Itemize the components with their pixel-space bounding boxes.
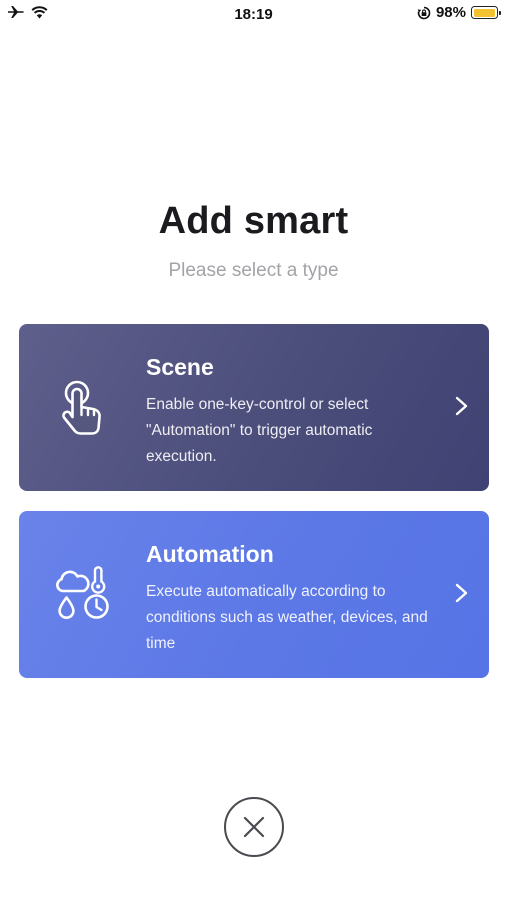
automation-card[interactable]: Automation Execute automatically accordi… — [19, 511, 489, 678]
close-icon — [243, 816, 265, 838]
weather-conditions-icon — [56, 566, 109, 619]
automation-title: Automation — [146, 541, 274, 567]
battery-tip — [499, 10, 501, 15]
battery-icon — [471, 6, 501, 19]
battery-fill — [473, 8, 496, 17]
close-button[interactable] — [224, 797, 284, 857]
status-bar-right: 98% — [417, 4, 501, 21]
tap-hand-icon — [62, 380, 101, 435]
chevron-right-icon — [455, 396, 468, 416]
page-subtitle: Please select a type — [168, 260, 339, 281]
status-bar: 18:19 98% — [0, 0, 507, 28]
scene-card[interactable]: Scene Enable one-key-control or select "… — [19, 324, 489, 491]
page-title: Add smart — [158, 200, 349, 242]
battery-percent: 98% — [435, 4, 466, 21]
scene-title: Scene — [146, 354, 214, 380]
automation-description: Execute automatically according to condi… — [146, 583, 428, 652]
chevron-right-icon — [455, 583, 468, 603]
orientation-lock-icon — [417, 6, 431, 19]
scene-description: Enable one-key-control or select "Automa… — [146, 396, 373, 465]
